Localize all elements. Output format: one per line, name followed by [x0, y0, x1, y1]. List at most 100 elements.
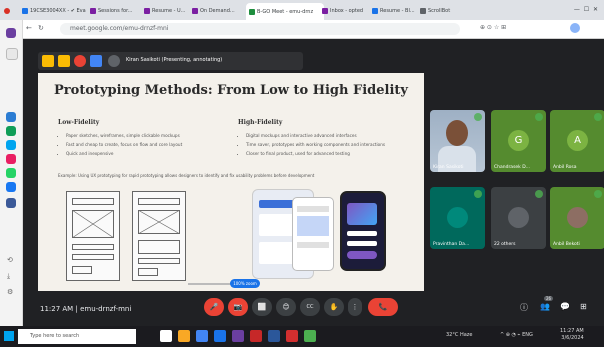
- chat-icon[interactable]: 💬: [560, 302, 570, 311]
- linkedin-icon[interactable]: [6, 198, 16, 208]
- file-explorer-icon[interactable]: [178, 330, 190, 342]
- slide-title: Prototyping Methods: From Low to High Fi…: [54, 83, 408, 98]
- mic-button[interactable]: 🎤: [204, 298, 224, 316]
- tab-label: Resume - U...: [152, 8, 186, 14]
- slide-zoom-slider[interactable]: 100% zoom: [230, 279, 260, 288]
- extensions-icon[interactable]: ⊕ ⊙ ☆ ⊞: [480, 24, 506, 31]
- participant-tile[interactable]: Anbil Bekoti: [550, 187, 604, 249]
- profile-avatar[interactable]: [570, 23, 580, 33]
- list-item: Time saver, prototypes with working comp…: [246, 140, 422, 149]
- info-icon[interactable]: ⓘ: [520, 302, 528, 313]
- browser-tab[interactable]: B-GO Meet - emu-drnz: [246, 3, 324, 20]
- browser-address-bar: ← ↻ meet.google.com/emu-drnzf-mni ⊕ ⊙ ☆ …: [0, 20, 604, 39]
- window-controls[interactable]: — ☐ ✕: [574, 6, 598, 13]
- tab-label: 19CSE3004XX - ✔ Evaluatio: [30, 8, 86, 14]
- reload-icon[interactable]: ↻: [38, 24, 44, 32]
- participant-tile[interactable]: 22 others: [491, 187, 546, 249]
- tab-label: ScrollBot: [428, 8, 451, 14]
- tab-favicon-icon: [192, 8, 198, 14]
- participant-avatar: G: [508, 130, 529, 151]
- stop-annotate-icon[interactable]: [74, 55, 86, 67]
- teams-taskbar-icon[interactable]: [232, 330, 244, 342]
- close-icon[interactable]: ✕: [593, 6, 598, 13]
- participant-tile[interactable]: Kiran Sasikoti: [430, 110, 485, 172]
- facebook-icon[interactable]: [6, 182, 16, 192]
- participant-tile[interactable]: A Anbil Rosa: [550, 110, 604, 172]
- high-fidelity-list: Digital mockups and interactive advanced…: [238, 131, 422, 158]
- browser-menu-icon[interactable]: [4, 4, 10, 18]
- pen-tool-icon[interactable]: [42, 55, 54, 67]
- mic-status-icon: [474, 113, 482, 121]
- annotation-settings-icon[interactable]: [90, 55, 102, 67]
- low-fidelity-list: Paper sketches, wireframes, simple click…: [58, 131, 236, 158]
- back-icon[interactable]: ←: [26, 24, 32, 32]
- reactions-button[interactable]: 😊: [276, 298, 296, 316]
- captions-button[interactable]: CC: [300, 298, 320, 316]
- system-tray-icons[interactable]: ^ ⊕ ◔ ⌁ ENG: [500, 332, 533, 338]
- participant-count-badge: 26: [544, 296, 554, 301]
- participant-avatar: [508, 207, 529, 228]
- participant-tile[interactable]: Pravinthan Da...: [430, 187, 485, 249]
- browser-tab[interactable]: ScrollBot: [420, 4, 460, 18]
- instagram-icon[interactable]: [6, 154, 16, 164]
- more-options-button[interactable]: ⋮: [348, 298, 362, 316]
- tab-label: On Demand...: [200, 8, 235, 14]
- maximize-icon[interactable]: ☐: [584, 6, 589, 13]
- app-icon[interactable]: [304, 330, 316, 342]
- pdf-icon[interactable]: [286, 330, 298, 342]
- taskbar-clock[interactable]: 11:27 AM 3/6/2024: [560, 328, 584, 342]
- browser-tab[interactable]: Resume - U...: [144, 4, 188, 18]
- windows-taskbar: Type here to search 32°C Haze ^ ⊕ ◔ ⌁ EN…: [0, 326, 604, 347]
- meeting-time: 11:27 AM: [40, 305, 74, 313]
- raise-hand-button[interactable]: ✋: [324, 298, 344, 316]
- participant-avatar: A: [567, 130, 588, 151]
- url-input[interactable]: meet.google.com/emu-drnzf-mni: [60, 23, 460, 35]
- powerpoint-icon[interactable]: [250, 330, 262, 342]
- teams-icon[interactable]: [6, 28, 16, 38]
- meeting-clock: 11:27 AM | emu-drnzf-mni: [40, 305, 132, 313]
- whatsapp-icon[interactable]: [6, 126, 16, 136]
- high-fidelity-heading: High-Fidelity: [238, 119, 283, 126]
- leave-call-button[interactable]: 📞: [368, 298, 398, 316]
- tab-favicon-icon: [322, 8, 328, 14]
- camera-button[interactable]: 📷: [228, 298, 248, 316]
- browser-tab[interactable]: On Demand...: [192, 4, 242, 18]
- browser-tab[interactable]: Inbox - opted: [322, 4, 368, 18]
- downloads-icon[interactable]: ⤓: [7, 272, 10, 281]
- wireframe-sketch-2: [132, 191, 186, 281]
- present-button[interactable]: ⬜: [252, 298, 272, 316]
- participant-name: Anbil Rosa: [553, 165, 577, 170]
- chat-icon[interactable]: [6, 168, 16, 178]
- browser-tab-bar: 19CSE3004XX - ✔ Evaluatio Sessions for...…: [0, 0, 604, 20]
- tab-label: Inbox - opted: [330, 8, 364, 14]
- skype-icon[interactable]: [6, 140, 16, 150]
- slide-example-text: Example: Using UX prototyping for rapid …: [58, 173, 315, 178]
- start-icon[interactable]: [4, 331, 14, 341]
- presenter-avatar: [108, 55, 120, 67]
- highlighter-icon[interactable]: [58, 55, 70, 67]
- activities-icon[interactable]: ⊞: [580, 302, 587, 311]
- participant-tile[interactable]: G Chandrasek D...: [491, 110, 546, 172]
- task-view-icon[interactable]: [160, 330, 172, 342]
- wireframe-sketch-1: [66, 191, 120, 281]
- participant-name: Kiran Sasikoti: [433, 165, 464, 170]
- browser-tab[interactable]: Sessions for...: [90, 4, 140, 18]
- tab-favicon-icon: [249, 8, 255, 15]
- chrome-icon[interactable]: [196, 330, 208, 342]
- taskbar-search-input[interactable]: Type here to search: [18, 329, 136, 344]
- tab-favicon-icon: [420, 8, 426, 14]
- app-icon[interactable]: [6, 48, 18, 60]
- participant-name: Anbil Bekoti: [553, 242, 580, 247]
- mic-status-icon: [594, 190, 602, 198]
- browser-tab[interactable]: Resume - Bl...: [372, 4, 416, 18]
- browser-tab[interactable]: 19CSE3004XX - ✔ Evaluatio: [22, 4, 86, 18]
- people-icon[interactable]: 👥: [540, 302, 550, 311]
- settings-icon[interactable]: ⚙: [7, 288, 13, 296]
- weather-widget[interactable]: 32°C Haze: [446, 332, 472, 338]
- word-icon[interactable]: [268, 330, 280, 342]
- edge-icon[interactable]: [214, 330, 226, 342]
- outlook-icon[interactable]: [6, 112, 16, 122]
- history-icon[interactable]: ⟲: [7, 256, 13, 264]
- minimize-icon[interactable]: —: [574, 6, 580, 13]
- taskbar-time: 11:27 AM: [560, 328, 584, 334]
